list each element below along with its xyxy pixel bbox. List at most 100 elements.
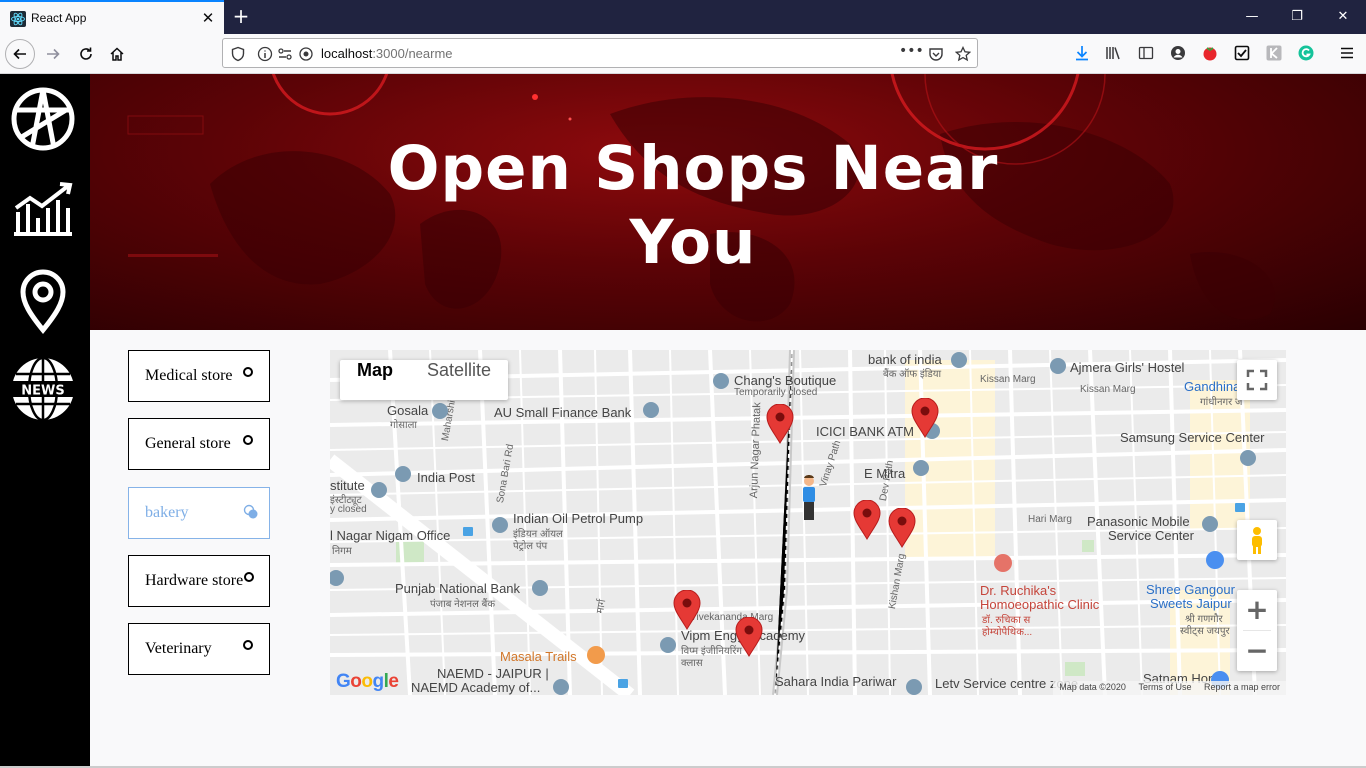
shield-icon[interactable] (230, 46, 246, 62)
poi-panasonic-icon (1202, 516, 1218, 532)
filter-label: General store (145, 435, 231, 452)
terms-of-use-link[interactable]: Terms of Use (1138, 682, 1191, 692)
map-type-control: Map Satellite (340, 360, 509, 400)
report-map-error-link[interactable]: Report a map error (1204, 682, 1280, 692)
poi-shree-sweets-icon (1206, 551, 1224, 569)
google-logo[interactable]: Google (336, 671, 399, 693)
poi-gosala-icon (432, 403, 448, 419)
google-map[interactable]: bank of india बैंक ऑफ इंडिया Chang's Bou… (330, 350, 1286, 695)
permissions-icon[interactable] (277, 46, 293, 62)
restore-button[interactable]: ❐ (1287, 8, 1307, 26)
poi-naemd-icon (553, 679, 569, 695)
shop-marker-icon[interactable] (735, 617, 763, 657)
forward-arrow-icon (47, 48, 60, 60)
home-icon (110, 47, 124, 61)
poi-sahara-icon (906, 679, 922, 695)
poi-vipm-icon (660, 637, 676, 653)
bookmark-star-icon[interactable] (955, 46, 971, 62)
filter-bakery[interactable]: bakery (128, 487, 270, 539)
radio-indicator (243, 640, 253, 650)
back-arrow-icon (13, 48, 26, 60)
tab-title: React App (31, 11, 87, 25)
tracking-icon[interactable] (298, 46, 314, 62)
radio-selected-icon (243, 504, 258, 519)
new-tab-button[interactable]: + (231, 5, 251, 27)
forward-button[interactable] (38, 39, 68, 69)
poi-india-post-icon (395, 466, 411, 482)
radio-indicator (243, 367, 253, 377)
news-globe-icon[interactable]: NEWS (10, 356, 76, 422)
back-button[interactable] (5, 39, 35, 69)
poi-bus-stop-icon (1235, 503, 1245, 512)
radio-indicator (244, 572, 254, 582)
extension-k-icon[interactable] (1266, 45, 1282, 61)
shop-marker-icon[interactable] (766, 404, 794, 444)
sidebar-toggle-icon[interactable] (1138, 45, 1154, 61)
shop-marker-icon[interactable] (911, 398, 939, 438)
filter-hardware-store[interactable]: Hardware store (128, 555, 270, 607)
checkbox-extension-icon[interactable] (1234, 45, 1250, 61)
account-icon[interactable] (1170, 45, 1186, 61)
url-bar[interactable]: localhost:3000/nearme ••• (222, 38, 978, 68)
url-text[interactable]: localhost:3000/nearme (321, 46, 453, 61)
pocket-icon[interactable] (928, 46, 944, 62)
tab-close-icon[interactable]: ✕ (200, 9, 216, 27)
poi-ruchika-hospital-icon (994, 554, 1012, 572)
react-favicon-icon (10, 11, 26, 27)
reload-icon (80, 47, 92, 60)
filter-general-store[interactable]: General store (128, 418, 270, 470)
reload-button[interactable] (71, 39, 101, 69)
zoom-in-button[interactable]: + (1237, 590, 1277, 630)
library-icon[interactable] (1105, 45, 1121, 61)
poi-au-bank-icon (643, 402, 659, 418)
menu-icon[interactable] (1339, 45, 1355, 61)
hero-title: Open Shops Near You (90, 132, 1296, 280)
browser-tab[interactable]: React App ✕ (0, 0, 224, 34)
browser-tab-bar: React App ✕ + — ❐ ✕ (0, 0, 1366, 34)
filter-medical-store[interactable]: Medical store (128, 350, 270, 402)
hero-title-line-1: Open Shops Near (387, 133, 999, 204)
filter-veterinary[interactable]: Veterinary (128, 623, 270, 675)
home-button[interactable] (102, 39, 132, 69)
pegman-icon (1252, 527, 1262, 554)
poi-changs-icon (713, 373, 729, 389)
minimize-button[interactable]: — (1242, 8, 1262, 26)
sidebar: NEWS (0, 74, 90, 768)
content-area: Medical store General store bakery Hardw… (90, 330, 1366, 768)
filter-label: Hardware store (145, 572, 244, 589)
hero-title-line-2: You (629, 207, 757, 278)
poi-samsung-icon (1240, 450, 1256, 466)
poi-bus-stop-icon (463, 527, 473, 536)
map-type-map-button[interactable]: Map (340, 360, 410, 400)
info-icon[interactable] (257, 46, 273, 62)
poi-bus-stop-icon (618, 679, 628, 688)
zoom-out-button[interactable]: − (1237, 631, 1277, 671)
close-window-button[interactable]: ✕ (1333, 8, 1353, 26)
poi-emitra-icon (913, 460, 929, 476)
poi-institute-icon (371, 482, 387, 498)
page-actions-icon[interactable]: ••• (899, 43, 924, 59)
shop-marker-icon[interactable] (853, 500, 881, 540)
location-pin-icon[interactable] (10, 268, 76, 334)
map-type-satellite-button[interactable]: Satellite (410, 360, 508, 400)
react-star-logo-icon[interactable] (10, 86, 76, 152)
map-attribution: Map data ©2020 Terms of Use Report a map… (1053, 681, 1286, 695)
zoom-control: + − (1237, 590, 1277, 671)
filter-label: Medical store (145, 367, 233, 384)
browser-nav-bar: localhost:3000/nearme ••• (0, 34, 1366, 74)
hero-banner: Open Shops Near You (90, 74, 1366, 330)
shop-marker-icon[interactable] (673, 590, 701, 630)
street-view-pegman-button[interactable] (1237, 520, 1277, 560)
map-data-text: Map data ©2020 (1059, 682, 1126, 692)
poi-ajmera-icon (1050, 358, 1066, 374)
downloads-icon[interactable] (1074, 45, 1090, 61)
poi-indian-oil-icon (492, 517, 508, 533)
tomato-extension-icon[interactable] (1202, 45, 1218, 61)
fullscreen-button[interactable] (1237, 360, 1277, 400)
news-text: NEWS (21, 384, 64, 399)
grammarly-icon[interactable] (1298, 45, 1314, 61)
poi-bank-of-india-icon (951, 352, 967, 368)
shop-marker-icon[interactable] (888, 508, 916, 548)
analytics-chart-icon[interactable] (10, 178, 76, 244)
fullscreen-icon (1246, 369, 1268, 391)
